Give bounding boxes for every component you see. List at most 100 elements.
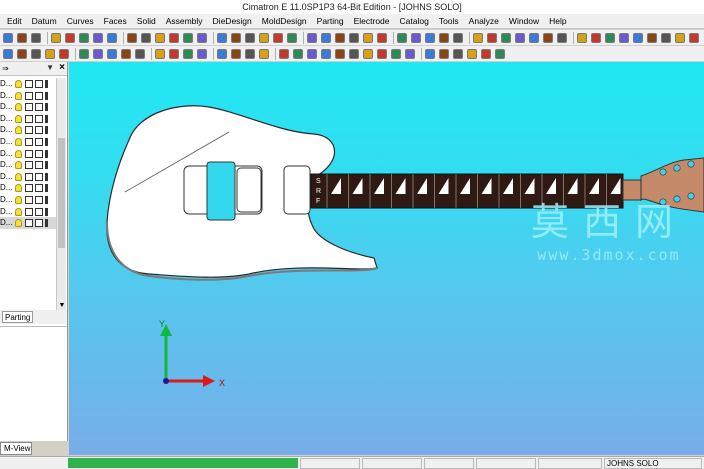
toolbar-tool-icon[interactable]	[439, 33, 449, 43]
show-display-icon[interactable]	[35, 207, 43, 216]
toolbar-tool-icon[interactable]	[335, 49, 345, 59]
menu-datum[interactable]: Datum	[27, 14, 62, 29]
menu-assembly[interactable]: Assembly	[161, 14, 208, 29]
toolbar-tool-icon[interactable]	[481, 49, 491, 59]
lightbulb-icon[interactable]	[15, 172, 22, 181]
toolbar-tool-icon[interactable]	[411, 33, 421, 43]
toolbar-tool-icon[interactable]	[529, 33, 539, 43]
tree-row[interactable]: D...	[0, 78, 56, 90]
toolbar-tool-icon[interactable]	[127, 33, 137, 43]
toolbar-tool-icon[interactable]	[397, 33, 407, 43]
toolbar-tool-icon[interactable]	[217, 49, 227, 59]
lightbulb-icon[interactable]	[15, 138, 22, 146]
show-display-icon[interactable]	[35, 184, 43, 193]
lightbulb-icon[interactable]	[15, 103, 22, 112]
toolbar-tool-icon[interactable]	[17, 33, 27, 43]
show-display-icon[interactable]	[35, 80, 43, 88]
show-geometry-icon[interactable]	[25, 80, 33, 88]
arrow-left-icon[interactable]	[45, 184, 53, 193]
toolbar-tool-icon[interactable]	[377, 33, 387, 43]
toolbar-tool-icon[interactable]	[135, 49, 145, 59]
menu-diedesign[interactable]: DieDesign	[208, 14, 257, 29]
lightbulb-icon[interactable]	[15, 184, 22, 193]
tree-row[interactable]: D...	[0, 90, 56, 102]
show-display-icon[interactable]	[35, 161, 43, 170]
toolbar-tool-icon[interactable]	[93, 33, 103, 43]
lightbulb-icon[interactable]	[15, 126, 22, 135]
toolbar-tool-icon[interactable]	[93, 49, 103, 59]
toolbar-tool-icon[interactable]	[107, 33, 117, 43]
toolbar-tool-icon[interactable]	[183, 33, 193, 43]
tree-row[interactable]: D...	[0, 182, 56, 194]
toolbar-tool-icon[interactable]	[377, 49, 387, 59]
show-display-icon[interactable]	[35, 91, 43, 100]
close-icon[interactable]: ×	[59, 62, 65, 73]
toolbar-tool-icon[interactable]	[425, 33, 435, 43]
lightbulb-icon[interactable]	[15, 91, 22, 100]
toolbar-tool-icon[interactable]	[45, 49, 55, 59]
show-geometry-icon[interactable]	[25, 114, 33, 123]
toolbar-tool-icon[interactable]	[453, 49, 463, 59]
arrow-left-icon[interactable]	[45, 138, 53, 146]
toolbar-tool-icon[interactable]	[217, 33, 227, 43]
show-display-icon[interactable]	[35, 138, 43, 146]
toolbar-tool-icon[interactable]	[335, 33, 345, 43]
toolbar-tool-icon[interactable]	[141, 33, 151, 43]
lightbulb-icon[interactable]	[15, 80, 22, 88]
toolbar-tool-icon[interactable]	[675, 33, 685, 43]
toolbar-tool-icon[interactable]	[619, 33, 629, 43]
menu-catalog[interactable]: Catalog	[395, 14, 434, 29]
show-display-icon[interactable]	[35, 219, 43, 228]
toolbar-tool-icon[interactable]	[349, 33, 359, 43]
toolbar-tool-icon[interactable]	[59, 49, 69, 59]
toolbar-tool-icon[interactable]	[467, 49, 477, 59]
tree-row[interactable]: D...	[0, 148, 56, 160]
show-display-icon[interactable]	[35, 114, 43, 123]
toolbar-tool-icon[interactable]	[65, 33, 75, 43]
toolbar-tool-icon[interactable]	[577, 33, 587, 43]
show-display-icon[interactable]	[35, 149, 43, 158]
3d-viewport[interactable]: S R F Y X 莫西网 www.3dmox.com	[69, 62, 704, 455]
toolbar-tool-icon[interactable]	[259, 33, 269, 43]
lightbulb-icon[interactable]	[15, 149, 22, 158]
toolbar-tool-icon[interactable]	[245, 33, 255, 43]
show-display-icon[interactable]	[35, 172, 43, 181]
toolbar-tool-icon[interactable]	[121, 49, 131, 59]
toolbar-tool-icon[interactable]	[79, 49, 89, 59]
menu-faces[interactable]: Faces	[99, 14, 132, 29]
toolbar-tool-icon[interactable]	[321, 49, 331, 59]
toolbar-tool-icon[interactable]	[473, 33, 483, 43]
tab-m-view[interactable]: M-View	[0, 442, 32, 455]
toolbar-tool-icon[interactable]	[169, 49, 179, 59]
toolbar-tool-icon[interactable]	[155, 33, 165, 43]
scrollbar-thumb[interactable]	[58, 138, 65, 248]
toolbar-tool-icon[interactable]	[169, 33, 179, 43]
toolbar-tool-icon[interactable]	[391, 49, 401, 59]
menu-edit[interactable]: Edit	[2, 14, 27, 29]
lightbulb-icon[interactable]	[15, 219, 22, 228]
toolbar-tool-icon[interactable]	[605, 33, 615, 43]
toolbar-tool-icon[interactable]	[231, 49, 241, 59]
toolbar-tool-icon[interactable]	[197, 33, 207, 43]
menu-window[interactable]: Window	[504, 14, 544, 29]
lightbulb-icon[interactable]	[15, 161, 22, 170]
tree-row[interactable]: D...	[0, 113, 56, 125]
show-geometry-icon[interactable]	[25, 149, 33, 158]
menu-tools[interactable]: Tools	[434, 14, 464, 29]
toolbar-tool-icon[interactable]	[515, 33, 525, 43]
tree-row[interactable]: D...	[0, 194, 56, 206]
show-geometry-icon[interactable]	[25, 184, 33, 193]
toolbar-tool-icon[interactable]	[487, 33, 497, 43]
toolbar-tool-icon[interactable]	[287, 33, 297, 43]
toolbar-tool-icon[interactable]	[17, 49, 27, 59]
toolbar-tool-icon[interactable]	[31, 49, 41, 59]
arrow-left-icon[interactable]	[45, 114, 53, 123]
arrow-left-icon[interactable]	[45, 161, 53, 170]
toolbar-tool-icon[interactable]	[31, 33, 41, 43]
show-geometry-icon[interactable]	[25, 138, 33, 146]
show-geometry-icon[interactable]	[25, 103, 33, 112]
toolbar-tool-icon[interactable]	[273, 33, 283, 43]
arrow-left-icon[interactable]	[45, 126, 53, 135]
menu-solid[interactable]: Solid	[132, 14, 161, 29]
toolbar-tool-icon[interactable]	[155, 49, 165, 59]
